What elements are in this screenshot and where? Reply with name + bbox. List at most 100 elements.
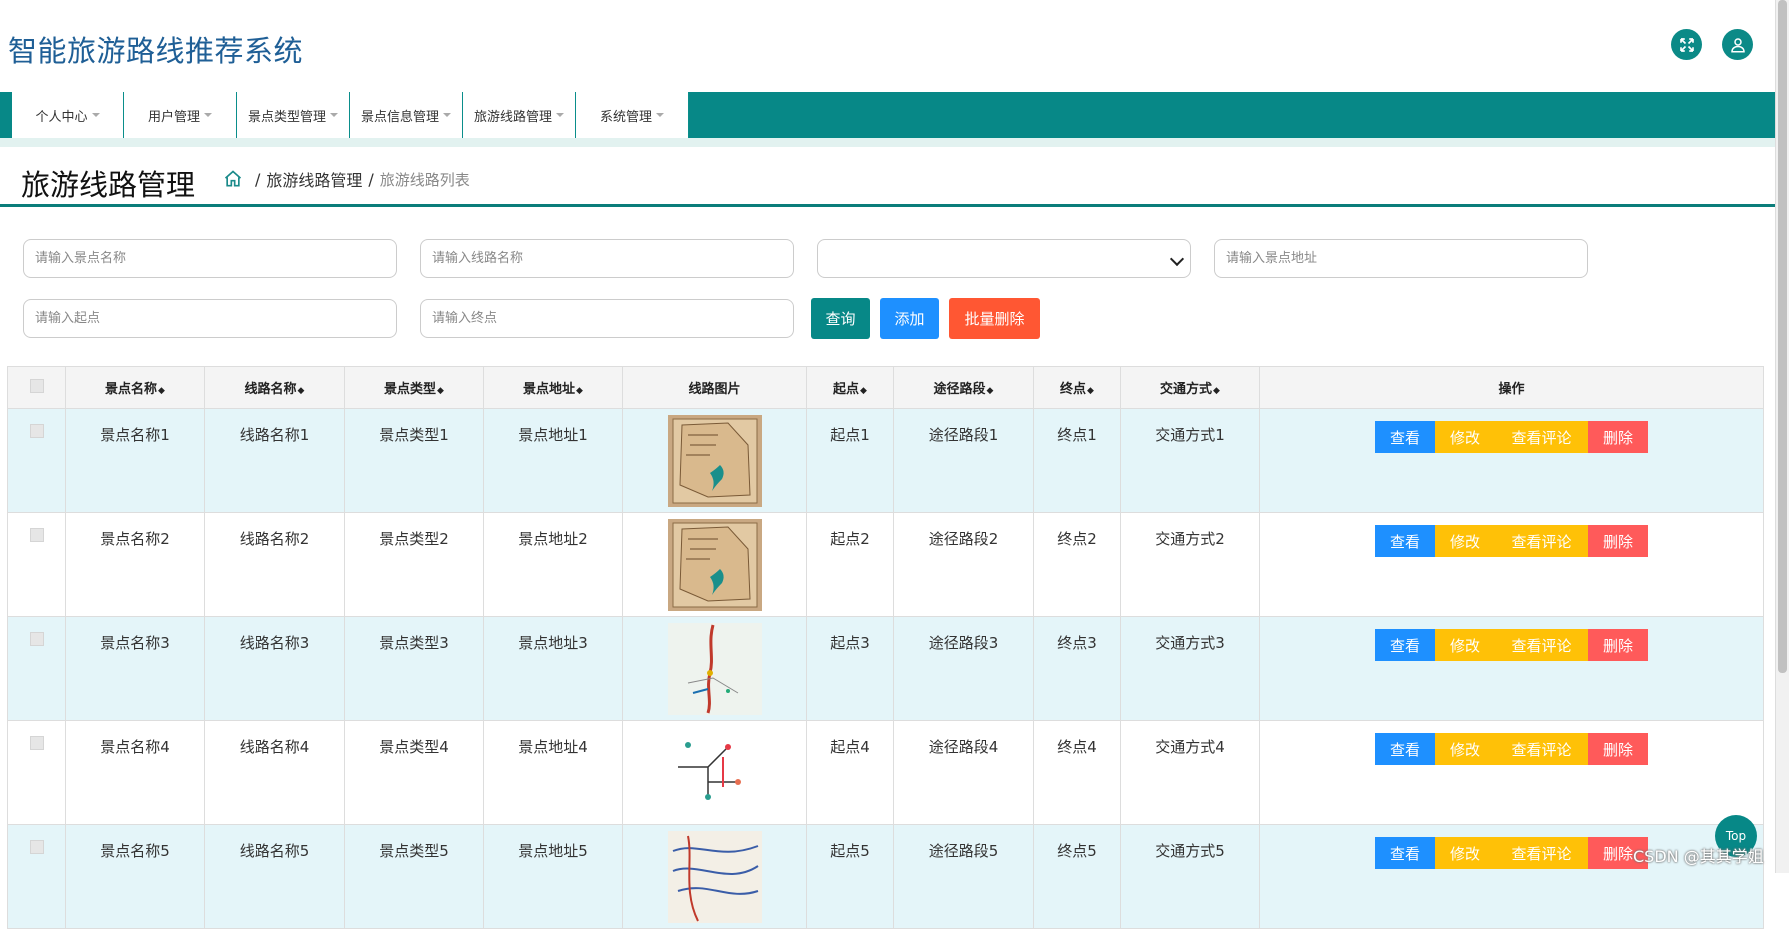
nav-item-label: 个人中心 — [35, 109, 88, 125]
edit-button[interactable]: 修改 — [1435, 629, 1495, 661]
row-checkbox[interactable] — [29, 528, 44, 542]
view-comments-button[interactable]: 查看评论 — [1495, 525, 1588, 557]
nav-item[interactable]: 景点信息管理 — [350, 92, 463, 138]
col-spot-type[interactable]: 景点类型◆ — [344, 366, 484, 409]
col-end[interactable]: 终点◆ — [1033, 366, 1121, 409]
sort-icon[interactable]: ◆ — [158, 386, 165, 396]
view-comments-button[interactable]: 查看评论 — [1495, 733, 1588, 765]
cell-start: 起点4 — [806, 720, 894, 825]
row-select-cell — [7, 616, 66, 721]
cell-route-name: 线路名称3 — [204, 616, 345, 721]
spot-name-input[interactable] — [23, 239, 397, 278]
row-checkbox[interactable] — [29, 424, 44, 438]
cell-route-image — [622, 824, 807, 929]
main-nav: 个人中心 用户管理 景点类型管理 景点信息管理 旅游线路管理 系统管理 — [0, 92, 1775, 138]
table-row: 景点名称1 线路名称1 景点类型1 景点地址1 起点1 途径路段1 终点1 交通方式1 查看 修改… — [7, 408, 1764, 513]
sort-icon[interactable]: ◆ — [437, 386, 444, 396]
cell-route-name: 线路名称4 — [204, 720, 345, 825]
fullscreen-icon — [1679, 37, 1694, 52]
nav-item[interactable]: 个人中心 — [12, 92, 124, 138]
cell-spot-address: 景点地址2 — [483, 512, 623, 617]
col-transport[interactable]: 交通方式◆ — [1120, 366, 1260, 409]
cell-spot-address: 景点地址5 — [483, 824, 623, 929]
cell-spot-address: 景点地址1 — [483, 408, 623, 513]
cell-spot-address: 景点地址4 — [483, 720, 623, 825]
view-button[interactable]: 查看 — [1375, 837, 1435, 869]
user-button[interactable] — [1722, 29, 1753, 60]
cell-end: 终点5 — [1033, 824, 1121, 929]
view-button[interactable]: 查看 — [1375, 629, 1435, 661]
cell-route-name: 线路名称1 — [204, 408, 345, 513]
cell-actions: 查看 修改 查看评论 删除 — [1259, 720, 1764, 825]
cell-route-name: 线路名称2 — [204, 512, 345, 617]
cell-actions: 查看 修改 查看评论 删除 — [1259, 408, 1764, 513]
view-button[interactable]: 查看 — [1375, 421, 1435, 453]
cell-end: 终点4 — [1033, 720, 1121, 825]
chevron-down-icon — [1169, 251, 1185, 267]
fullscreen-button[interactable] — [1671, 29, 1702, 60]
spot-address-input[interactable] — [1214, 239, 1588, 278]
home-icon[interactable] — [223, 169, 243, 189]
row-select-cell — [7, 408, 66, 513]
cell-waypoints: 途径路段2 — [893, 512, 1034, 617]
caret-down-icon — [556, 113, 564, 117]
cell-start: 起点5 — [806, 824, 894, 929]
col-spot-address[interactable]: 景点地址◆ — [483, 366, 623, 409]
edit-button[interactable]: 修改 — [1435, 525, 1495, 557]
breadcrumb: / 旅游线路管理 / 旅游线路列表 — [223, 167, 470, 191]
view-comments-button[interactable]: 查看评论 — [1495, 421, 1588, 453]
spot-type-select[interactable] — [817, 239, 1191, 278]
nav-item[interactable]: 景点类型管理 — [237, 92, 350, 138]
delete-button[interactable]: 删除 — [1588, 629, 1648, 661]
route-image — [667, 623, 762, 719]
cell-actions: 查看 修改 查看评论 删除 — [1259, 824, 1764, 929]
nav-item[interactable]: 系统管理 — [576, 92, 689, 138]
cell-route-image — [622, 616, 807, 721]
col-route-name[interactable]: 线路名称◆ — [204, 366, 345, 409]
view-comments-button[interactable]: 查看评论 — [1495, 629, 1588, 661]
sort-icon[interactable]: ◆ — [987, 386, 994, 396]
route-image — [667, 831, 762, 927]
view-comments-button[interactable]: 查看评论 — [1495, 837, 1588, 869]
delete-button[interactable]: 删除 — [1588, 733, 1648, 765]
row-checkbox[interactable] — [29, 840, 44, 854]
row-select-cell — [7, 512, 66, 617]
sort-icon[interactable]: ◆ — [1213, 386, 1220, 396]
sort-icon[interactable]: ◆ — [860, 386, 867, 396]
end-input[interactable] — [420, 299, 794, 338]
nav-item[interactable]: 用户管理 — [124, 92, 237, 138]
scrollbar-thumb[interactable] — [1778, 0, 1787, 673]
route-name-input[interactable] — [420, 239, 794, 278]
table-header-row: 景点名称◆ 线路名称◆ 景点类型◆ 景点地址◆ 线路图片 起点◆ 途径路段◆ 终… — [7, 366, 1764, 409]
cell-actions: 查看 修改 查看评论 删除 — [1259, 512, 1764, 617]
col-waypoints[interactable]: 途径路段◆ — [893, 366, 1034, 409]
caret-down-icon — [91, 113, 100, 117]
add-button[interactable]: 添加 — [880, 298, 939, 339]
row-checkbox[interactable] — [29, 736, 44, 750]
sort-icon[interactable]: ◆ — [298, 386, 305, 396]
col-start[interactable]: 起点◆ — [806, 366, 894, 409]
start-input[interactable] — [23, 299, 397, 338]
view-button[interactable]: 查看 — [1375, 525, 1435, 557]
breadcrumb-separator: / — [368, 169, 374, 189]
delete-button[interactable]: 删除 — [1588, 525, 1648, 557]
page-scrollbar[interactable] — [1775, 0, 1789, 873]
sort-icon[interactable]: ◆ — [576, 386, 583, 396]
cell-route-image — [622, 408, 807, 513]
cell-start: 起点1 — [806, 408, 894, 513]
query-button[interactable]: 查询 — [811, 298, 870, 339]
delete-button[interactable]: 删除 — [1588, 421, 1648, 453]
breadcrumb-section[interactable]: 旅游线路管理 — [266, 167, 362, 191]
edit-button[interactable]: 修改 — [1435, 733, 1495, 765]
cell-spot-name: 景点名称4 — [65, 720, 205, 825]
sort-icon[interactable]: ◆ — [1087, 386, 1094, 396]
batch-delete-button[interactable]: 批量删除 — [949, 298, 1040, 339]
row-checkbox[interactable] — [29, 632, 44, 646]
select-all-checkbox[interactable] — [29, 378, 44, 393]
view-button[interactable]: 查看 — [1375, 733, 1435, 765]
edit-button[interactable]: 修改 — [1435, 837, 1495, 869]
edit-button[interactable]: 修改 — [1435, 421, 1495, 453]
col-spot-name[interactable]: 景点名称◆ — [65, 366, 205, 409]
app-title: 智能旅游路线推荐系统 — [8, 34, 304, 68]
nav-item[interactable]: 旅游线路管理 — [463, 92, 576, 138]
